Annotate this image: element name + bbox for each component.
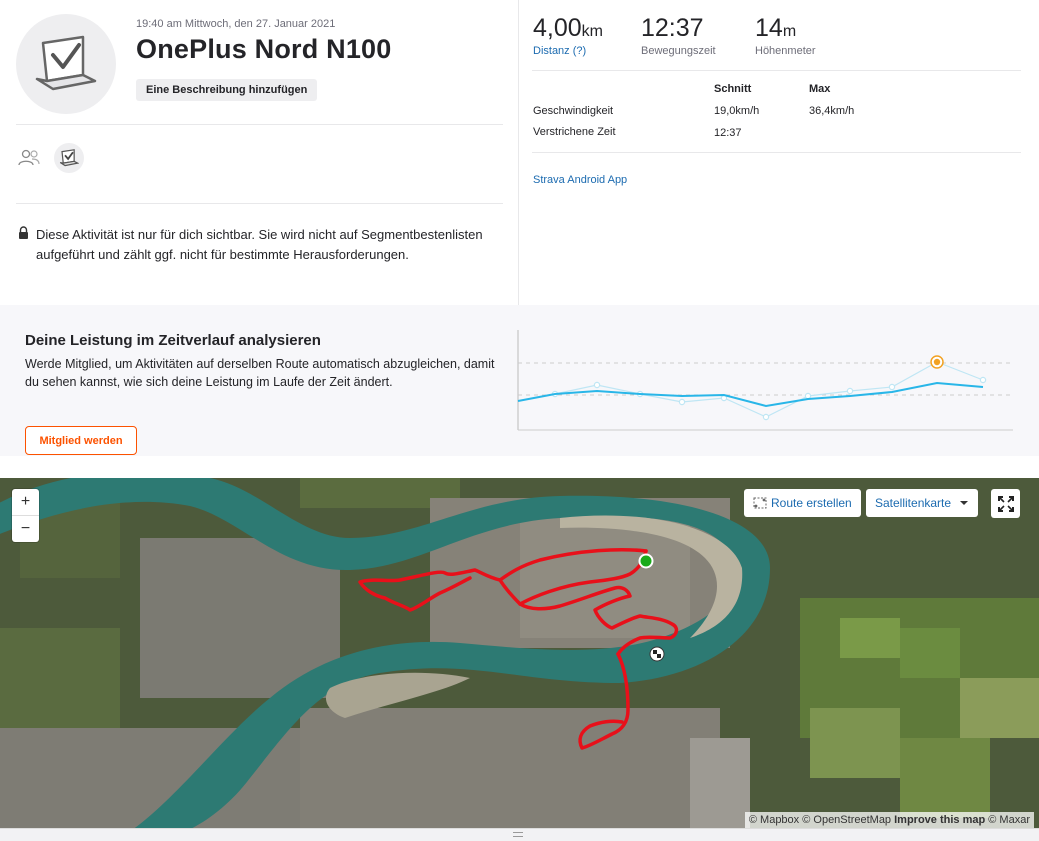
elevation-unit: m (782, 23, 797, 40)
table-cell-avg: 19,0km/h (714, 105, 760, 117)
route-draw-icon (753, 497, 767, 509)
performance-upsell: Deine Leistung im Zeitverlauf analysiere… (0, 305, 1039, 456)
table-header-avg: Schnitt (714, 83, 752, 95)
laptop-check-icon (35, 35, 97, 91)
zoom-out-button[interactable]: − (12, 516, 39, 542)
moving-time-label: Bewegungszeit (641, 45, 716, 57)
become-member-button[interactable]: Mitglied werden (25, 426, 137, 455)
upsell-title: Deine Leistung im Zeitverlauf analysiere… (25, 332, 321, 349)
zoom-in-button[interactable]: + (12, 489, 39, 515)
improve-map-link[interactable]: Improve this map (894, 814, 985, 826)
distance-label[interactable]: Distanz (?) (533, 45, 603, 57)
table-row-label: Verstrichene Zeit (533, 126, 616, 138)
resize-handle-icon[interactable] (513, 832, 523, 837)
athlete-avatar[interactable] (54, 143, 84, 173)
stat-distance: 4,00km Distanz (?) (533, 14, 603, 57)
divider (16, 203, 503, 204)
table-cell-max: 36,4km/h (809, 105, 855, 117)
lock-icon (19, 226, 28, 239)
create-route-button[interactable]: Route erstellen (744, 489, 861, 517)
activity-stats: 4,00km Distanz (?) 12:37 Bewegungszeit 1… (520, 0, 1039, 305)
divider (16, 124, 503, 125)
stat-elevation: 14m Höhenmeter (755, 14, 816, 57)
caret-down-icon (960, 501, 969, 505)
activity-type-avatar (16, 14, 116, 114)
upsell-text: Werde Mitglied, um Aktivitäten auf derse… (25, 357, 495, 389)
chart-faint-series (554, 361, 984, 418)
satellite-imagery (0, 478, 1039, 828)
moving-time-value: 12:37 (641, 14, 704, 42)
distance-value: 4,00 (533, 14, 582, 42)
activity-title: OnePlus Nord N100 (136, 34, 392, 64)
privacy-notice: Diese Aktivität ist nur für dich sichtba… (36, 227, 483, 262)
elevation-label: Höhenmeter (755, 45, 816, 57)
elevation-value: 14 (755, 14, 783, 42)
stat-moving-time: 12:37 Bewegungszeit (641, 14, 716, 57)
map-attribution: © Mapbox © OpenStreetMap Improve this ma… (744, 812, 1034, 828)
attribution-osm[interactable]: © OpenStreetMap (802, 814, 891, 826)
performance-trend-graphic (517, 330, 1013, 431)
chart-faint-points (551, 376, 987, 421)
divider (532, 152, 1021, 153)
map-resize-bar[interactable] (0, 828, 1039, 841)
spacer (0, 456, 1039, 478)
route-start-marker (638, 553, 654, 569)
add-description-button[interactable]: Eine Beschreibung hinzufügen (136, 79, 318, 101)
fullscreen-icon (997, 495, 1014, 512)
chart-highlight-point (933, 358, 941, 366)
divider (532, 70, 1021, 71)
attribution-maxar[interactable]: © Maxar (988, 814, 1030, 826)
laptop-check-icon (59, 149, 79, 167)
table-cell-avg: 12:37 (714, 127, 742, 139)
activity-datetime: 19:40 am Mittwoch, den 27. Januar 2021 (136, 18, 336, 30)
table-header-max: Max (809, 83, 831, 95)
map-type-select[interactable]: Satellitenkarte (866, 489, 979, 517)
create-route-label: Route erstellen (771, 496, 852, 510)
zoom-controls: + − (12, 489, 39, 542)
map-type-label: Satellitenkarte (875, 496, 952, 510)
fullscreen-button[interactable] (991, 489, 1020, 518)
route-map[interactable]: + − Route erstellen Satellitenkarte © Ma… (0, 478, 1039, 828)
group-icon[interactable] (17, 148, 41, 168)
activity-header: 19:40 am Mittwoch, den 27. Januar 2021 O… (0, 0, 519, 305)
attribution-mapbox[interactable]: © Mapbox (749, 814, 799, 826)
device-link[interactable]: Strava Android App (533, 174, 627, 186)
table-row-label: Geschwindigkeit (533, 105, 614, 117)
distance-unit: km (581, 23, 603, 40)
route-finish-marker (649, 646, 665, 662)
